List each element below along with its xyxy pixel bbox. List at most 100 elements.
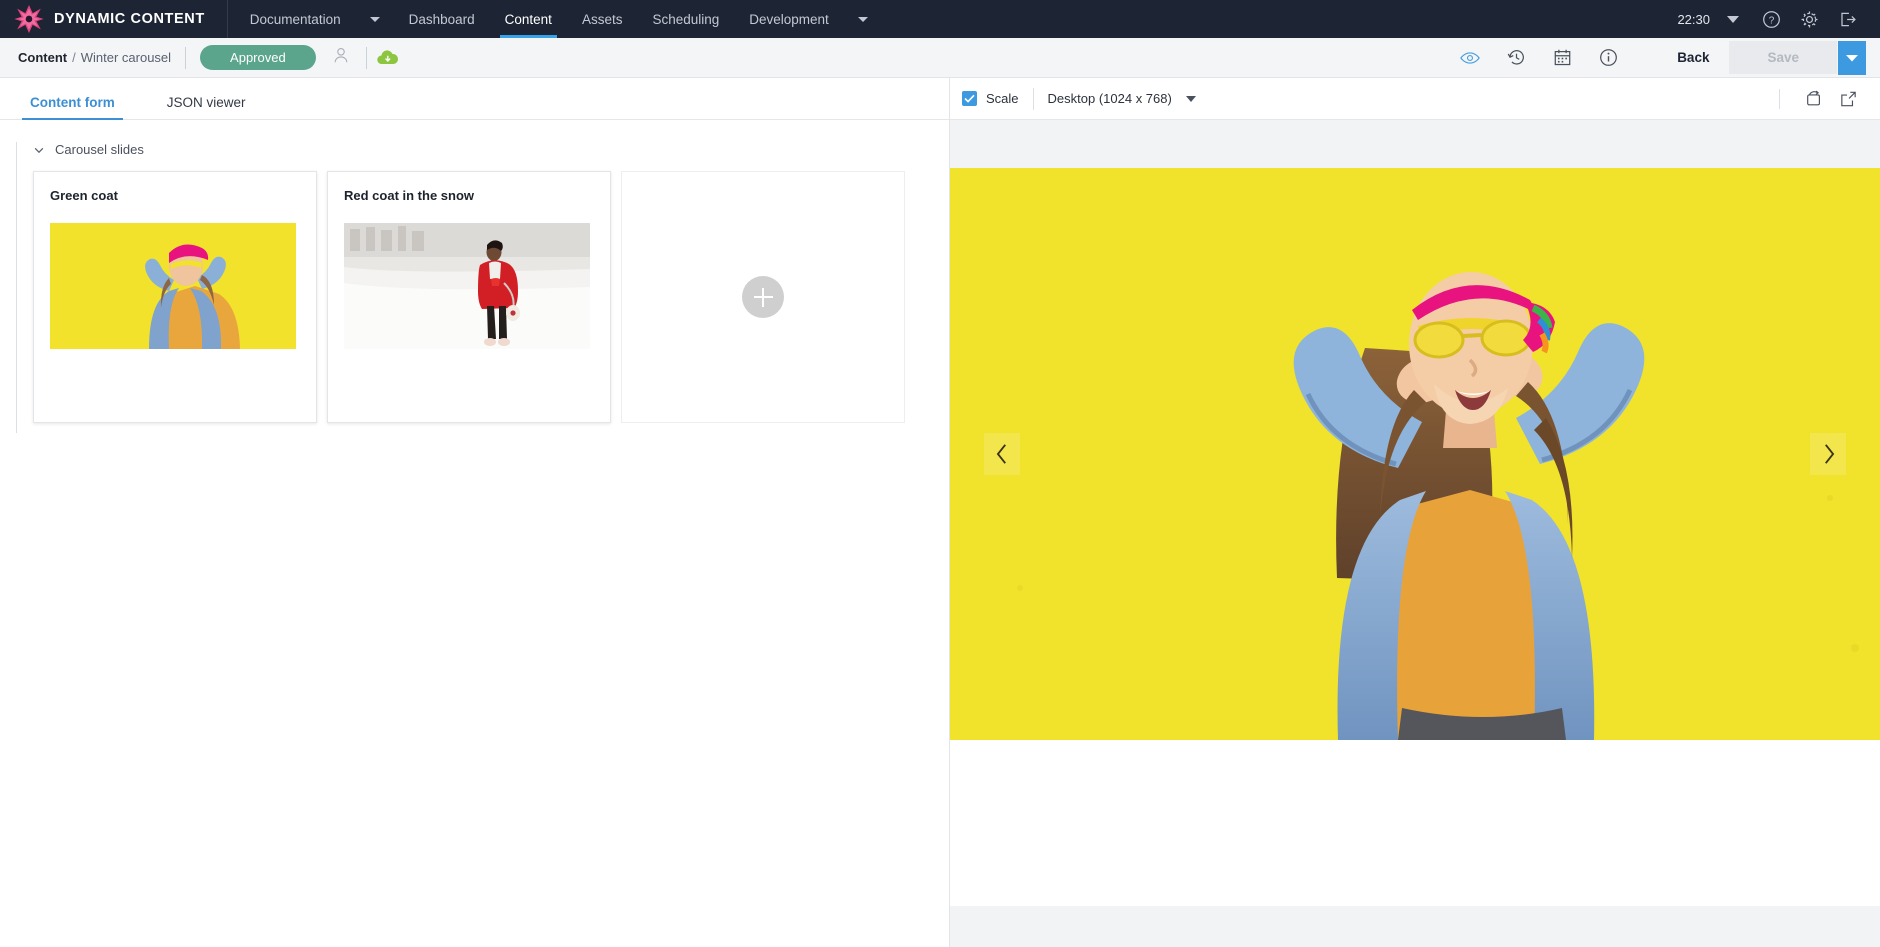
breadcrumb-root[interactable]: Content xyxy=(18,50,67,65)
content-form-panel: Content form JSON viewer Carousel slides… xyxy=(0,78,950,947)
nav-item-assets[interactable]: Assets xyxy=(567,0,638,38)
woman-red-coat-snow-thumbnail xyxy=(344,223,590,349)
chevron-right-icon xyxy=(1824,444,1834,464)
chevron-left-icon xyxy=(996,444,1006,464)
development-caret-icon[interactable] xyxy=(857,16,868,22)
nav-label: Scheduling xyxy=(652,11,720,27)
divider xyxy=(1032,87,1034,110)
nav-label: Documentation xyxy=(249,11,341,27)
add-slide-button[interactable] xyxy=(742,276,784,318)
slide-thumbnail xyxy=(344,223,590,349)
device-size-select[interactable]: Desktop (1024 x 768) xyxy=(1048,91,1196,106)
scale-label: Scale xyxy=(986,91,1019,106)
top-navigation-bar: DYNAMIC CONTENT Documentation Dashboard … xyxy=(0,0,1880,38)
top-nav-right-group: 22:30 ? xyxy=(1677,0,1880,38)
brand-name: DYNAMIC CONTENT xyxy=(54,11,205,27)
nav-label: Dashboard xyxy=(408,11,475,27)
gear-icon xyxy=(1801,11,1817,27)
nav-label: Assets xyxy=(581,11,623,27)
main-content-area: Content form JSON viewer Carousel slides… xyxy=(0,78,1880,947)
form-tabs: Content form JSON viewer xyxy=(0,78,949,120)
slides-card-row: Green coat Red coat in the snow xyxy=(17,171,949,423)
preview-stage xyxy=(950,120,1880,947)
documentation-caret-icon[interactable] xyxy=(369,16,380,22)
save-button[interactable]: Save xyxy=(1729,41,1837,74)
divider xyxy=(365,46,367,69)
info-button[interactable] xyxy=(1593,43,1623,73)
action-bar-right-group: Back Save xyxy=(1447,40,1866,75)
save-options-button[interactable] xyxy=(1838,40,1866,75)
clock-dropdown-caret[interactable] xyxy=(1714,0,1752,38)
carousel-prev-button[interactable] xyxy=(984,433,1020,475)
assignee-button[interactable] xyxy=(332,46,350,69)
slide-title: Green coat xyxy=(50,188,118,203)
nav-label: Development xyxy=(749,11,829,27)
woman-yellow-wall-thumbnail xyxy=(50,223,296,349)
tab-json-viewer[interactable]: JSON viewer xyxy=(159,95,254,119)
nav-item-content[interactable]: Content xyxy=(490,0,567,38)
slide-title: Red coat in the snow xyxy=(344,188,475,203)
plus-icon xyxy=(762,287,764,307)
logout-button[interactable] xyxy=(1828,0,1866,38)
open-external-icon xyxy=(1840,91,1856,106)
divider xyxy=(185,46,187,69)
history-button[interactable] xyxy=(1501,43,1531,73)
publish-status-button[interactable] xyxy=(375,47,401,69)
device-size-value: Desktop (1024 x 768) xyxy=(1047,91,1172,106)
woman-yellow-wall-hero xyxy=(950,168,1880,740)
rotate-device-icon xyxy=(1807,90,1820,105)
nav-label: Content xyxy=(504,11,552,27)
nav-item-dashboard[interactable]: Dashboard xyxy=(394,0,490,38)
form-body: Carousel slides Green coat Red coat in t… xyxy=(0,120,949,947)
schedule-button[interactable] xyxy=(1547,43,1577,73)
calendar-icon xyxy=(1554,49,1571,66)
nav-item-scheduling[interactable]: Scheduling xyxy=(637,0,734,38)
scale-checkbox[interactable] xyxy=(962,91,977,106)
history-icon xyxy=(1507,50,1524,65)
tab-label: Content form xyxy=(30,95,115,110)
settings-button[interactable] xyxy=(1790,0,1828,38)
help-button[interactable]: ? xyxy=(1752,0,1790,38)
help-icon: ? xyxy=(1762,10,1780,28)
content-action-bar: Content / Winter carousel Approved Back … xyxy=(0,38,1880,78)
brand-logo[interactable]: DYNAMIC CONTENT xyxy=(0,0,228,38)
rotate-device-button[interactable] xyxy=(1800,85,1828,113)
status-badge[interactable]: Approved xyxy=(200,45,316,70)
eye-icon xyxy=(1460,51,1480,64)
preview-panel: Scale Desktop (1024 x 768) xyxy=(950,78,1880,947)
clock-display: 22:30 xyxy=(1677,11,1710,27)
preview-device-frame xyxy=(950,168,1880,906)
tab-content-form[interactable]: Content form xyxy=(22,95,123,120)
carousel-slides-header[interactable]: Carousel slides xyxy=(17,142,949,171)
carousel-hero-image xyxy=(950,168,1880,740)
nav-item-documentation[interactable]: Documentation xyxy=(228,0,356,38)
svg-text:?: ? xyxy=(1768,15,1774,26)
cloud-published-icon xyxy=(376,49,398,64)
back-button[interactable]: Back xyxy=(1657,50,1729,65)
preview-toolbar: Scale Desktop (1024 x 768) xyxy=(950,78,1880,120)
slide-card[interactable]: Red coat in the snow xyxy=(327,171,611,423)
info-icon xyxy=(1599,49,1617,66)
preview-toolbar-right-group xyxy=(1779,85,1862,113)
breadcrumb-separator: / xyxy=(72,50,76,65)
checkmark-icon xyxy=(964,94,975,103)
chevron-down-icon xyxy=(1727,15,1739,23)
slide-thumbnail xyxy=(50,223,296,349)
add-slide-card[interactable] xyxy=(621,171,905,423)
chevron-down-icon xyxy=(1185,95,1196,102)
chevron-down-icon xyxy=(34,147,44,153)
carousel-next-button[interactable] xyxy=(1810,433,1846,475)
carousel-slides-group: Carousel slides Green coat Red coat in t… xyxy=(16,142,949,433)
slide-card[interactable]: Green coat xyxy=(33,171,317,423)
breadcrumb-current: Winter carousel xyxy=(80,50,172,65)
group-title: Carousel slides xyxy=(55,142,144,157)
preview-button[interactable] xyxy=(1455,43,1485,73)
starburst-logo-icon xyxy=(14,5,44,33)
person-icon xyxy=(334,47,348,63)
chevron-down-icon xyxy=(1846,54,1858,61)
logout-icon xyxy=(1840,12,1856,26)
nav-item-development[interactable]: Development xyxy=(734,0,844,38)
open-external-button[interactable] xyxy=(1834,85,1862,113)
main-nav-items: Documentation Dashboard Content Assets S… xyxy=(228,0,882,38)
tab-label: JSON viewer xyxy=(166,95,246,110)
